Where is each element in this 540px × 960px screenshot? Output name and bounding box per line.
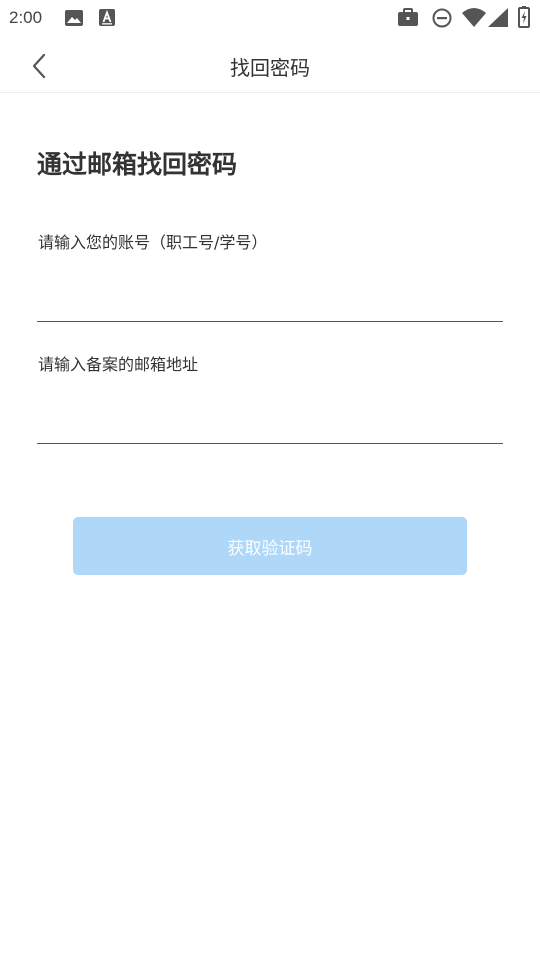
page-title: 找回密码 [230,56,310,80]
wifi-icon [462,8,486,27]
signal-icon [488,8,508,27]
account-field-label: 请输入您的账号（职工号/学号） [38,233,268,252]
image-icon [65,10,83,26]
email-input[interactable] [37,399,503,444]
font-a-icon [99,9,115,26]
battery-charging-icon [518,6,530,28]
status-time: 2:00 [9,8,43,27]
email-field-label: 请输入备案的邮箱地址 [38,355,199,374]
section-heading: 通过邮箱找回密码 [37,150,238,179]
status-bar: 2:00 [0,0,540,36]
app-header: 找回密码 [0,36,540,93]
do-not-disturb-icon [432,8,452,28]
account-input[interactable] [37,277,503,322]
get-verification-code-button[interactable]: 获取验证码 [73,517,467,575]
briefcase-icon [398,8,418,26]
